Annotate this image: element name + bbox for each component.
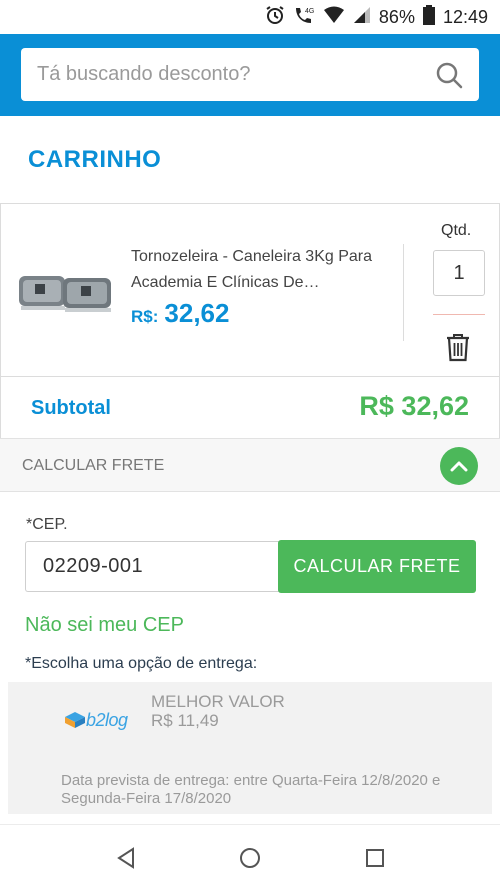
battery-icon bbox=[422, 4, 435, 30]
search-input[interactable]: Tá buscando desconto? bbox=[37, 63, 427, 86]
subtotal-row: Subtotal R$ 32,62 bbox=[1, 377, 499, 439]
logo-text: b2log bbox=[86, 709, 128, 730]
cart-item: Tornozeleira - Caneleira 3Kg Para Academ… bbox=[1, 204, 499, 377]
delivery-estimate: Data prevista de entrega: entre Quarta-F… bbox=[61, 772, 441, 807]
product-price: R$: 32,62 bbox=[131, 298, 229, 329]
alarm-icon bbox=[265, 5, 285, 30]
page-title: CARRINHO bbox=[28, 146, 162, 173]
shipping-toggle-bar[interactable]: CALCULAR FRETE bbox=[0, 438, 500, 492]
signal-icon bbox=[353, 6, 371, 29]
option-price: R$ 11,49 bbox=[151, 711, 219, 730]
cep-label: *CEP. bbox=[26, 516, 68, 533]
qty-label: Qtd. bbox=[441, 222, 472, 239]
recents-nav-icon[interactable] bbox=[362, 845, 388, 871]
calculate-shipping-button[interactable]: CALCULAR FRETE bbox=[278, 540, 476, 593]
clock: 12:49 bbox=[442, 6, 488, 27]
back-nav-icon[interactable] bbox=[113, 845, 139, 871]
status-bar: 4G 86% 12:49 bbox=[0, 0, 500, 34]
cep-field[interactable]: 02209-001 bbox=[25, 541, 279, 592]
home-nav-icon[interactable] bbox=[237, 845, 263, 871]
divider bbox=[403, 244, 404, 341]
unknown-cep-link[interactable]: Não sei meu CEP bbox=[25, 614, 184, 637]
trash-icon[interactable] bbox=[444, 332, 472, 362]
product-name[interactable]: Tornozeleira - Caneleira 3Kg Para Academ… bbox=[131, 244, 391, 296]
option-title: MELHOR VALOR bbox=[151, 692, 285, 711]
search-icon[interactable] bbox=[427, 53, 471, 97]
system-nav-bar bbox=[0, 824, 500, 889]
subtotal-amount: R$ 32,62 bbox=[359, 391, 469, 421]
chevron-up-icon[interactable] bbox=[440, 447, 478, 485]
shipping-toggle-label: CALCULAR FRETE bbox=[22, 457, 165, 474]
shipping-option[interactable]: b2log MELHOR VALOR R$ 11,49 Data previst… bbox=[8, 682, 492, 814]
battery-percent: 86% bbox=[378, 6, 415, 27]
price-currency: R$: bbox=[131, 307, 159, 326]
delivery-option-label: *Escolha uma opção de entrega: bbox=[25, 655, 258, 672]
subtotal-label: Subtotal bbox=[31, 397, 111, 419]
b2log-logo: b2log bbox=[64, 704, 144, 736]
qty-input[interactable]: 1 bbox=[433, 250, 485, 296]
search-box[interactable]: Tá buscando desconto? bbox=[21, 48, 479, 101]
qty-divider bbox=[433, 314, 485, 315]
product-image[interactable] bbox=[17, 266, 113, 318]
wifi-icon bbox=[323, 6, 345, 29]
phone-4g-icon: 4G bbox=[293, 5, 315, 30]
price-value: 32,62 bbox=[164, 298, 230, 328]
svg-text:4G: 4G bbox=[305, 8, 314, 15]
cart-box: Tornozeleira - Caneleira 3Kg Para Academ… bbox=[0, 203, 500, 439]
